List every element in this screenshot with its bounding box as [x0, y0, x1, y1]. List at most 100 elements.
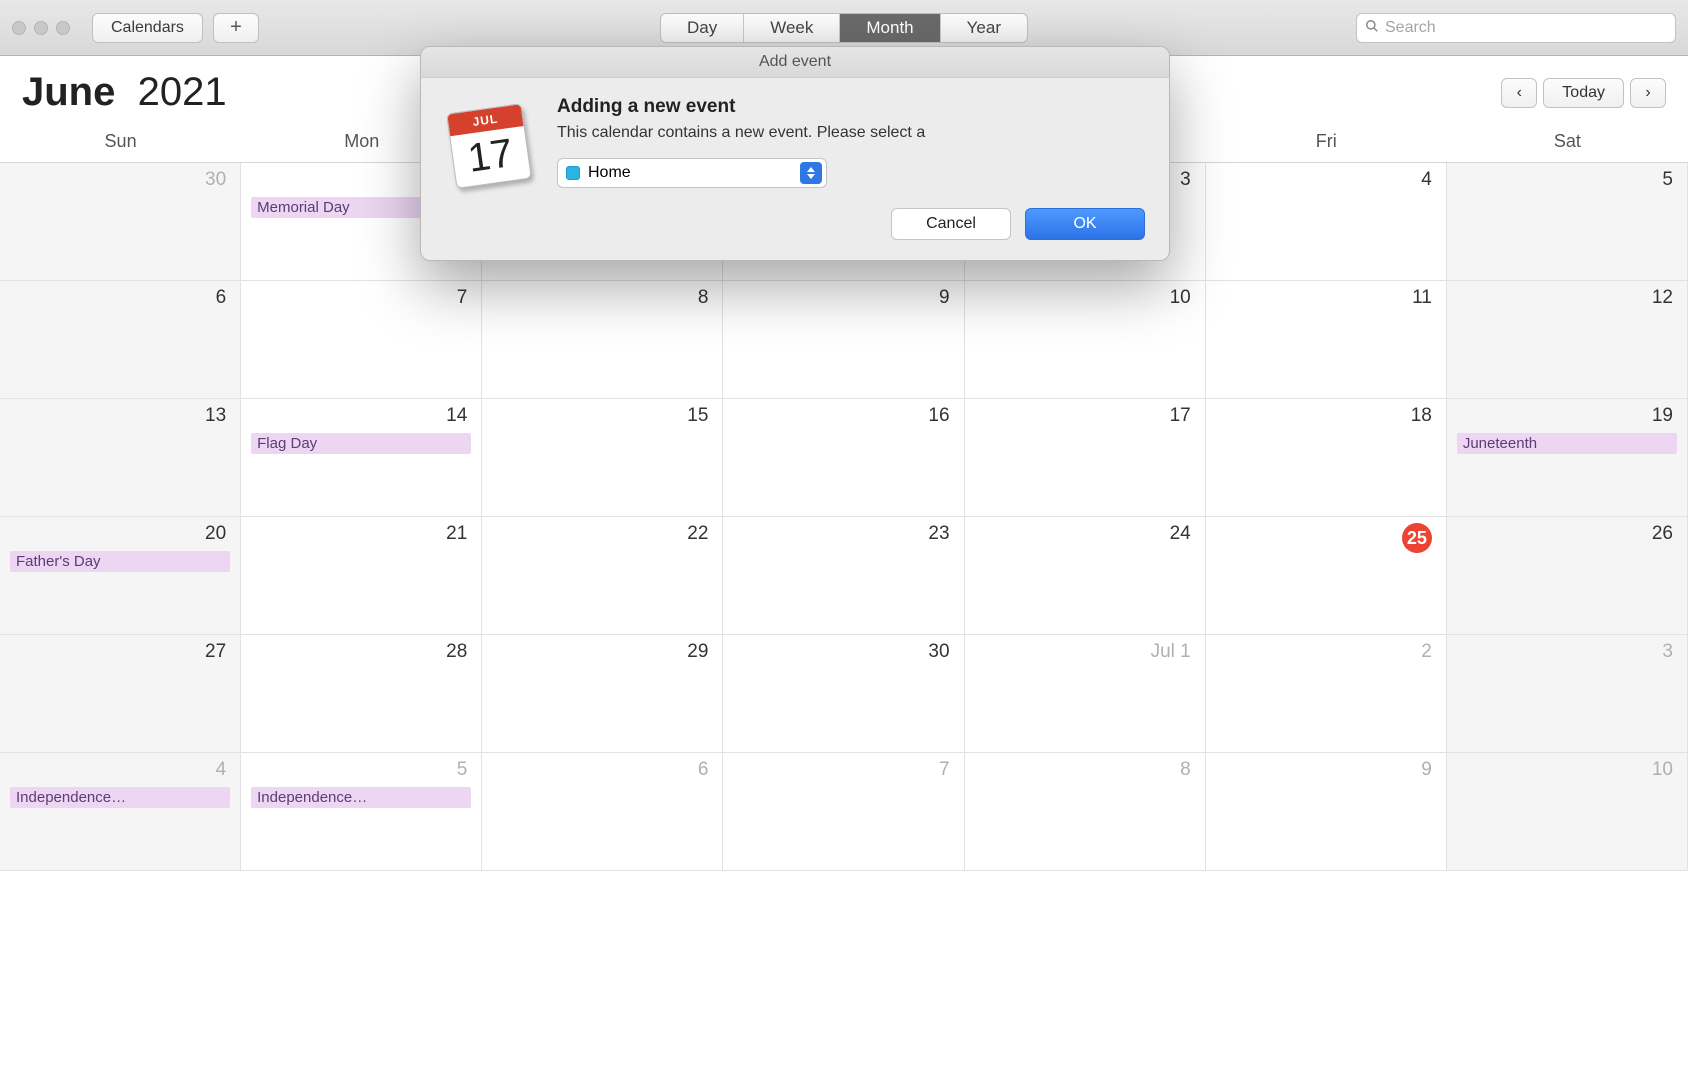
- date-number: 5: [251, 759, 471, 781]
- minimize-window-icon[interactable]: [34, 21, 48, 35]
- weekday-label: Sun: [0, 125, 241, 162]
- date-number: 28: [251, 641, 471, 663]
- year: [126, 70, 137, 114]
- event-chip[interactable]: Juneteenth: [1457, 433, 1677, 454]
- zoom-window-icon[interactable]: [56, 21, 70, 35]
- today-button[interactable]: Today: [1543, 78, 1624, 108]
- day-cell[interactable]: 12: [1447, 281, 1688, 399]
- dialog-title: Add event: [421, 47, 1169, 78]
- date-number: 30: [10, 169, 230, 191]
- search-field[interactable]: [1356, 13, 1676, 43]
- date-number: 10: [1457, 759, 1677, 781]
- view-year[interactable]: Year: [941, 14, 1027, 42]
- date-number: 14: [251, 405, 471, 427]
- event-chip[interactable]: Flag Day: [251, 433, 471, 454]
- day-cell[interactable]: 19Juneteenth: [1447, 399, 1688, 517]
- view-week[interactable]: Week: [744, 14, 840, 42]
- day-cell[interactable]: 27: [0, 635, 241, 753]
- date-number: 22: [492, 523, 712, 545]
- day-cell[interactable]: 28: [241, 635, 482, 753]
- date-number: 27: [10, 641, 230, 663]
- day-cell[interactable]: 24: [965, 517, 1206, 635]
- next-month-button[interactable]: ›: [1630, 78, 1666, 108]
- date-number: 18: [1216, 405, 1436, 427]
- date-number: 9: [1216, 759, 1436, 781]
- day-cell[interactable]: 23: [723, 517, 964, 635]
- day-cell[interactable]: 30: [723, 635, 964, 753]
- calendar-grid: 3031Memorial Day1234567891011121314Flag …: [0, 163, 1688, 871]
- event-chip[interactable]: Father's Day: [10, 551, 230, 572]
- day-cell[interactable]: 30: [0, 163, 241, 281]
- day-cell[interactable]: 10: [1447, 753, 1688, 871]
- day-cell[interactable]: Jul 1: [965, 635, 1206, 753]
- date-number: 15: [492, 405, 712, 427]
- page-title: June 2021: [22, 70, 227, 115]
- year-value: 2021: [138, 70, 227, 114]
- day-cell[interactable]: 29: [482, 635, 723, 753]
- day-cell[interactable]: 5: [1447, 163, 1688, 281]
- weekday-label: Sat: [1447, 125, 1688, 162]
- weekday-label: Fri: [1206, 125, 1447, 162]
- event-chip[interactable]: Independence…: [251, 787, 471, 808]
- day-cell[interactable]: 4Independence…: [0, 753, 241, 871]
- view-day[interactable]: Day: [661, 14, 744, 42]
- date-number: 10: [975, 287, 1195, 309]
- date-number: 3: [1457, 641, 1677, 663]
- day-cell[interactable]: 8: [965, 753, 1206, 871]
- day-cell[interactable]: 15: [482, 399, 723, 517]
- dialog-heading: Adding a new event: [557, 96, 1145, 118]
- day-cell[interactable]: 17: [965, 399, 1206, 517]
- calendars-button[interactable]: Calendars: [92, 13, 203, 43]
- cancel-button[interactable]: Cancel: [891, 208, 1011, 240]
- day-cell[interactable]: 3: [1447, 635, 1688, 753]
- date-number: 8: [492, 287, 712, 309]
- day-cell[interactable]: 25: [1206, 517, 1447, 635]
- day-cell[interactable]: 4: [1206, 163, 1447, 281]
- date-number: 4: [1216, 169, 1436, 191]
- calendar-select[interactable]: Home: [557, 158, 827, 188]
- date-number: 11: [1216, 287, 1436, 309]
- date-number: 8: [975, 759, 1195, 781]
- day-cell[interactable]: 5 Independence…: [241, 753, 482, 871]
- day-cell[interactable]: 11: [1206, 281, 1447, 399]
- search-input[interactable]: [1385, 19, 1667, 37]
- day-cell[interactable]: 6: [482, 753, 723, 871]
- today-indicator: 25: [1402, 523, 1432, 553]
- day-cell[interactable]: 9: [1206, 753, 1447, 871]
- date-number: 23: [733, 523, 953, 545]
- day-cell[interactable]: 26: [1447, 517, 1688, 635]
- day-cell[interactable]: 16: [723, 399, 964, 517]
- window-controls: [12, 21, 70, 35]
- day-cell[interactable]: 21: [241, 517, 482, 635]
- calendar-app-icon: JUL 17: [445, 100, 533, 188]
- day-cell[interactable]: 22: [482, 517, 723, 635]
- calendar-icon-day: 17: [450, 126, 530, 186]
- day-cell[interactable]: 13: [0, 399, 241, 517]
- day-cell[interactable]: 14 Flag Day: [241, 399, 482, 517]
- day-cell[interactable]: 8: [482, 281, 723, 399]
- prev-month-button[interactable]: ‹: [1501, 78, 1537, 108]
- date-number: 6: [10, 287, 230, 309]
- event-chip[interactable]: Independence…: [10, 787, 230, 808]
- month-name: June: [22, 70, 115, 114]
- add-event-button[interactable]: +: [213, 13, 259, 43]
- dialog-content: Adding a new event This calendar contain…: [557, 96, 1145, 188]
- day-cell[interactable]: 9: [723, 281, 964, 399]
- view-month[interactable]: Month: [840, 14, 940, 42]
- search-icon: [1365, 19, 1379, 37]
- date-number: 16: [733, 405, 953, 427]
- day-cell[interactable]: 7: [241, 281, 482, 399]
- calendar-select-value: Home: [588, 164, 631, 182]
- close-window-icon[interactable]: [12, 21, 26, 35]
- dialog-subtitle: This calendar contains a new event. Plea…: [557, 124, 1145, 142]
- day-cell[interactable]: 7: [723, 753, 964, 871]
- day-cell[interactable]: 20Father's Day: [0, 517, 241, 635]
- dropdown-arrow-icon[interactable]: [800, 162, 822, 184]
- day-cell[interactable]: 10: [965, 281, 1206, 399]
- date-number: 17: [975, 405, 1195, 427]
- day-cell[interactable]: 6: [0, 281, 241, 399]
- dialog-buttons: Cancel OK: [421, 200, 1169, 260]
- day-cell[interactable]: 18: [1206, 399, 1447, 517]
- day-cell[interactable]: 2: [1206, 635, 1447, 753]
- ok-button[interactable]: OK: [1025, 208, 1145, 240]
